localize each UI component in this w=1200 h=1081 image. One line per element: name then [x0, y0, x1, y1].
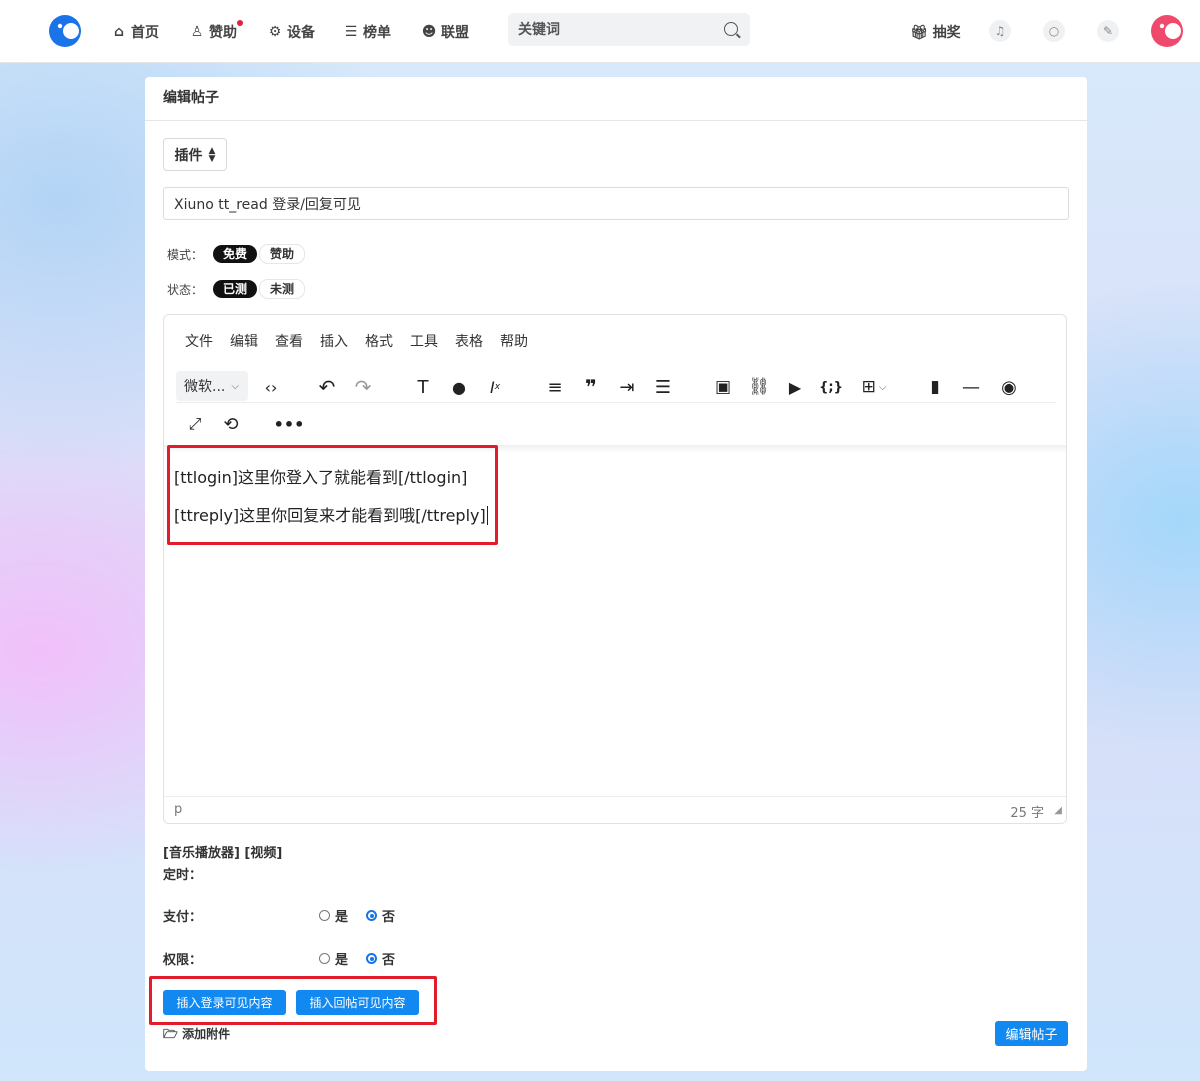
nav-item-home[interactable]: ⌂ 首页: [110, 22, 159, 42]
menu-edit[interactable]: 编辑: [230, 331, 258, 351]
timer-label: 定时：: [163, 868, 203, 883]
post-title-input[interactable]: [163, 187, 1069, 220]
menu-insert[interactable]: 插入: [320, 331, 348, 351]
menu-table[interactable]: 表格: [455, 331, 483, 351]
content-highlight-box: [167, 445, 498, 545]
site-logo[interactable]: [48, 14, 82, 48]
editor-toolbar: 微软... ⌵ ‹› ↶ ↷ T ● Ix ≡ ❞ ⇥ ☰ ▣ ⛓ ▶ {;} …: [176, 371, 1056, 403]
align-left-icon[interactable]: ≡: [542, 371, 568, 403]
table-icon[interactable]: ⊞ ⌵: [854, 371, 894, 403]
search-box: [508, 13, 750, 46]
avatar[interactable]: [1150, 14, 1184, 48]
code-view-icon[interactable]: ‹›: [258, 371, 284, 403]
pay-label: 支付：: [163, 910, 203, 925]
nav-item-device[interactable]: ⚙ 设备: [266, 22, 315, 42]
perm-yes-radio[interactable]: 是: [319, 949, 348, 968]
undo-icon[interactable]: ↶: [314, 371, 340, 403]
chevron-down-icon: ⌵: [231, 380, 239, 392]
page-title: 编辑帖子: [145, 77, 1087, 121]
bookmark-icon[interactable]: ▮: [922, 371, 948, 403]
sponsor-icon: ♙: [190, 24, 204, 40]
edit-post-card: 编辑帖子 插件 ▲▼ 模式： 免费 赞助 状态： 已测 未测 文件 编辑 查看 …: [145, 77, 1087, 1071]
lottery-link[interactable]: 🎁︎ 抽奖: [910, 22, 961, 42]
pay-no-radio[interactable]: 否: [366, 906, 395, 925]
editor-statusbar: p 25 字 ◢: [164, 796, 1066, 823]
clear-format-icon[interactable]: Ix: [482, 371, 508, 403]
device-icon: ⚙: [268, 24, 282, 40]
pay-yes-radio[interactable]: 是: [319, 906, 348, 925]
rich-text-editor: 文件 编辑 查看 插入 格式 工具 表格 帮助 微软... ⌵ ‹› ↶ ↷ T…: [163, 314, 1067, 824]
edit-icon[interactable]: ✎: [1097, 20, 1119, 42]
menu-help[interactable]: 帮助: [500, 331, 528, 351]
perm-label: 权限：: [163, 953, 203, 968]
redo-icon[interactable]: ↷: [350, 371, 376, 403]
more-icon[interactable]: •••: [274, 408, 305, 440]
nav-item-alliance[interactable]: ☻ 联盟: [420, 22, 469, 42]
gift-icon: 🎁︎: [910, 25, 928, 41]
submit-edit-post-button[interactable]: 编辑帖子: [995, 1021, 1068, 1046]
toolbar-divider: [176, 402, 1056, 403]
nav-item-ranking[interactable]: ☰ 榜单: [342, 22, 391, 42]
history-icon[interactable]: ⟲: [218, 408, 244, 440]
text-format-icon[interactable]: T: [410, 371, 436, 403]
search-circle-icon[interactable]: ○: [1043, 20, 1065, 42]
blockquote-icon[interactable]: ❞: [578, 371, 604, 403]
folder-icon: 🗁︎: [163, 1027, 178, 1041]
indent-icon[interactable]: ⇥: [614, 371, 640, 403]
resize-handle-icon[interactable]: ◢: [1054, 805, 1062, 816]
bullet-list-icon[interactable]: ☰: [650, 371, 676, 403]
home-icon: ⌂: [113, 24, 125, 40]
search-icon[interactable]: [724, 22, 738, 36]
perm-no-radio[interactable]: 否: [366, 949, 395, 968]
mode-free-pill[interactable]: 免费: [213, 245, 258, 263]
menu-format[interactable]: 格式: [365, 331, 393, 351]
menu-file[interactable]: 文件: [185, 331, 213, 351]
nav-item-sponsor[interactable]: ♙ 赞助: [188, 20, 243, 42]
search-input[interactable]: [508, 13, 728, 46]
mode-row: 模式： 免费 赞助: [167, 244, 307, 264]
menu-tools[interactable]: 工具: [410, 331, 438, 351]
status-untested-pill[interactable]: 未测: [259, 279, 306, 299]
users-icon: ☻: [421, 24, 437, 40]
fullscreen-icon[interactable]: ⤢: [182, 408, 208, 440]
link-icon[interactable]: ⛓: [746, 371, 772, 403]
image-icon[interactable]: ▣: [710, 371, 736, 403]
preview-eye-icon[interactable]: ◉: [994, 371, 1024, 403]
buttons-highlight-box: [149, 976, 437, 1025]
media-tags[interactable]: [音乐播放器] [视频]: [163, 843, 282, 865]
bell-icon[interactable]: ♫: [989, 20, 1011, 42]
status-row: 状态： 已测 未测: [167, 279, 307, 299]
text-color-icon[interactable]: ●: [446, 371, 472, 403]
plugin-dropdown-button[interactable]: 插件 ▲ ▼: [163, 138, 227, 171]
add-attachment-link[interactable]: 🗁︎ 添加附件: [163, 1025, 230, 1046]
font-family-select[interactable]: 微软... ⌵: [176, 371, 248, 401]
plugin-tags: [音乐播放器] [视频] 定时：: [163, 843, 282, 887]
status-tested-pill[interactable]: 已测: [213, 280, 258, 298]
horizontal-rule-icon[interactable]: —: [958, 371, 984, 403]
top-nav-bar: ⌂ 首页 ♙ 赞助 ⚙ 设备 ☰ 榜单 ☻ 联盟 🎁︎ 抽奖 ♫ ○ ✎: [0, 0, 1200, 63]
video-icon[interactable]: ▶: [782, 371, 808, 403]
menu-view[interactable]: 查看: [275, 331, 303, 351]
element-path: p: [174, 802, 183, 817]
ranking-icon: ☰: [344, 24, 358, 40]
mode-sponsor-pill[interactable]: 赞助: [259, 244, 306, 264]
notification-dot: [237, 20, 243, 26]
sort-arrows-icon: ▲ ▼: [208, 145, 216, 164]
editor-menubar: 文件 编辑 查看 插入 格式 工具 表格 帮助: [185, 331, 528, 351]
code-block-icon[interactable]: {;}: [818, 371, 844, 403]
word-count: 25 字: [1010, 806, 1044, 821]
